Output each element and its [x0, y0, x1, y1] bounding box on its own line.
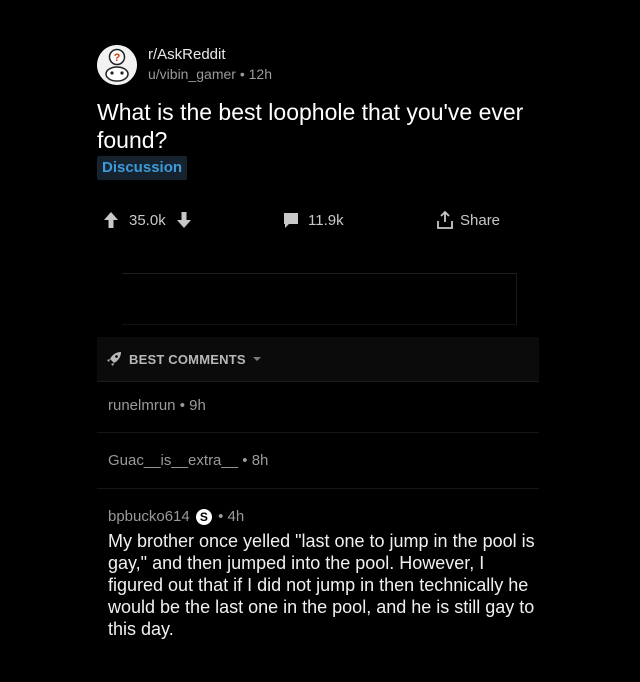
comment-age: 8h [251, 452, 269, 469]
add-comment-input[interactable] [122, 273, 517, 325]
subreddit-avatar[interactable]: ? [97, 45, 137, 85]
post-meta: u/vibin_gamer • 12h [148, 66, 272, 82]
meta-separator: • [242, 452, 248, 469]
user-badge-icon: S [195, 509, 212, 526]
share-icon [436, 210, 454, 230]
comment-body: My brother once yelled "last one to jump… [108, 531, 535, 639]
downvote-icon[interactable] [176, 211, 192, 229]
meta-separator: • [179, 397, 185, 414]
subreddit-name[interactable]: r/AskReddit [148, 46, 226, 63]
comment-author[interactable]: Guac__is__extra__ [108, 452, 238, 469]
comment-sort-dropdown[interactable]: BEST COMMENTS [97, 337, 539, 382]
chevron-down-icon [252, 355, 262, 363]
post-age: 12h [248, 66, 272, 82]
meta-separator: • [239, 66, 245, 82]
post-flair[interactable]: Discussion [97, 156, 188, 180]
comment-age: 9h [189, 397, 206, 414]
comment-header[interactable]: runelmrun • 9h [108, 397, 206, 414]
comment-header[interactable]: Guac__is__extra__ • 8h [108, 452, 268, 469]
meta-separator: • [218, 508, 224, 525]
post-title[interactable]: What is the best loophole that you've ev… [97, 98, 537, 154]
svg-text:?: ? [114, 52, 121, 64]
comments-button[interactable]: 11.9k [282, 208, 344, 232]
comment-divider [97, 488, 539, 489]
sort-label: BEST COMMENTS [129, 351, 246, 367]
comment-author[interactable]: bpbucko614 [108, 508, 190, 525]
comment-age: 4h [227, 508, 245, 525]
vote-score: 35.0k [129, 211, 166, 229]
share-label: Share [460, 211, 501, 229]
comment-author[interactable]: runelmrun [108, 397, 176, 414]
snoo-question-icon: ? [97, 45, 137, 85]
comment-header[interactable]: bpbucko614 S • 4h [108, 508, 245, 526]
comment-count: 11.9k [308, 211, 344, 229]
comment-divider [97, 432, 539, 433]
post-author[interactable]: u/vibin_gamer [148, 66, 236, 82]
comment-icon [282, 211, 300, 229]
upvote-icon[interactable] [103, 211, 119, 229]
rocket-icon [105, 350, 123, 368]
vote-group: 35.0k [103, 208, 192, 232]
share-button[interactable]: Share [436, 208, 500, 232]
